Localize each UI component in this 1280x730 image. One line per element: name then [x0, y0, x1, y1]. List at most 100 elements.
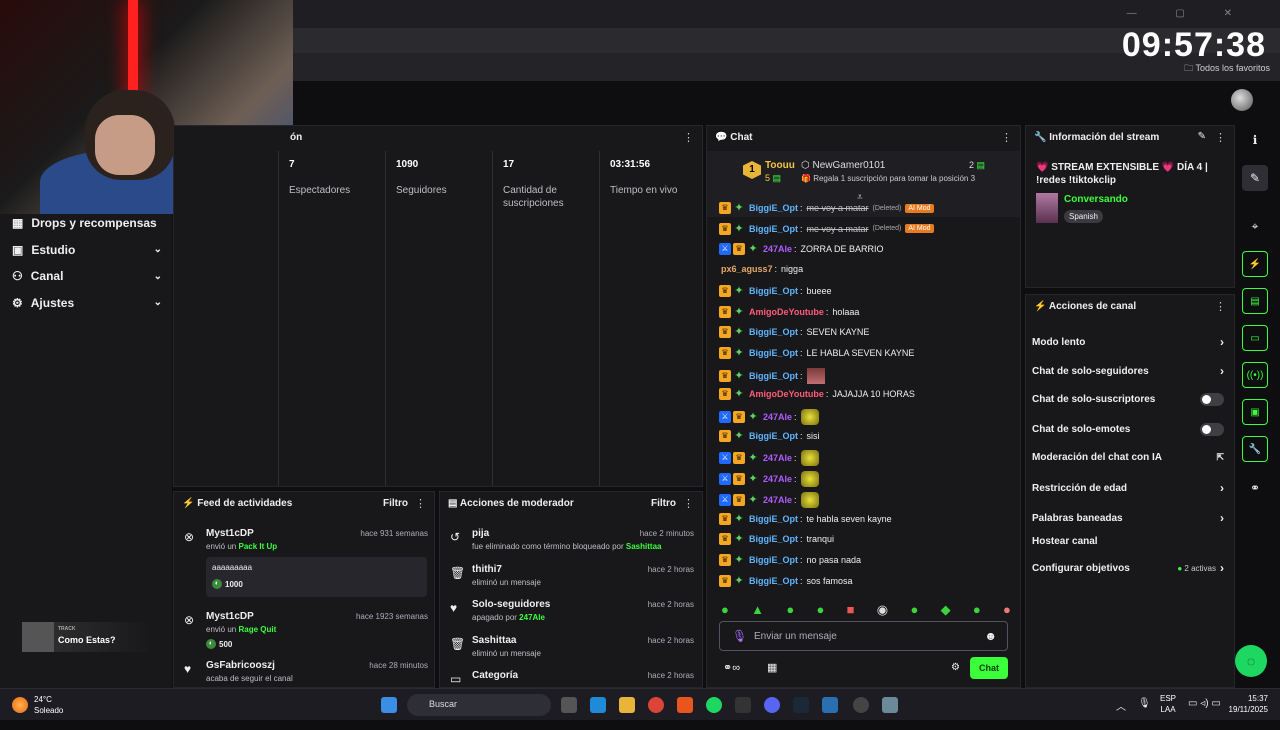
- epic-games-icon[interactable]: [735, 697, 751, 713]
- chat-bubble-icon[interactable]: ▭: [1242, 325, 1268, 351]
- clip-icon[interactable]: ⌖: [1242, 213, 1268, 239]
- toggle-switch[interactable]: [1200, 423, 1224, 436]
- feed-user[interactable]: Myst1cDP: [206, 528, 254, 539]
- obs-icon[interactable]: [853, 697, 869, 713]
- emote-icon[interactable]: ●: [721, 602, 729, 618]
- emote-icon[interactable]: ▲: [751, 602, 764, 618]
- mod-action-item[interactable]: 🗑 thithi7 hace 2 horas eliminó un mensaje: [448, 564, 694, 596]
- channel-action[interactable]: Chat de solo-emotes: [1032, 423, 1224, 436]
- sidebar-item[interactable]: ▦ Drops y recompensas: [12, 216, 162, 230]
- language-indicator[interactable]: ESP LAA: [1160, 693, 1176, 715]
- file-explorer-icon[interactable]: [619, 697, 635, 713]
- network-speaker-battery-icons[interactable]: ▭ ◃) ▭: [1188, 698, 1221, 709]
- emote-picker-icon[interactable]: ☻: [984, 629, 997, 643]
- chat-username[interactable]: BiggiE_Opt: [749, 534, 798, 544]
- flash-icon[interactable]: ⚡: [1242, 251, 1268, 277]
- chat-message[interactable]: px6_aguss7: nigga: [719, 264, 803, 274]
- channel-action[interactable]: Configurar objetivos ● 2 activas ›: [1032, 561, 1224, 575]
- chat-message[interactable]: ♛ ✦ BiggiE_Opt: LE HABLA SEVEN KAYNE: [719, 346, 914, 359]
- windows-start-icon[interactable]: [381, 697, 397, 713]
- chat-message[interactable]: ♛ ✦ BiggiE_Opt: SEVEN KAYNE: [719, 326, 869, 339]
- edge-icon[interactable]: [590, 697, 606, 713]
- chat-username[interactable]: 247Ale: [763, 244, 792, 254]
- system-clock[interactable]: 15:37 19/11/2025: [1229, 693, 1268, 715]
- chat-message[interactable]: ⚔ ♛ ✦ 247Ale:: [719, 491, 819, 508]
- chat-message[interactable]: ⚔ ♛ ✦ 247Ale:: [719, 471, 819, 488]
- channel-action[interactable]: Moderación del chat con IA ⇱: [1032, 452, 1224, 463]
- chat-message[interactable]: ♛ ✦ BiggiE_Opt: me voy a matar (Deleted) AI M…: [719, 202, 934, 214]
- user-avatar[interactable]: [1231, 89, 1253, 111]
- steam-icon[interactable]: [793, 697, 809, 713]
- chat-message[interactable]: ♛ ✦ AmigoDeYoutube: JAJAJJA 10 HORAS: [719, 388, 915, 401]
- chat-message[interactable]: ♛ ✦ BiggiE_Opt: sisi: [719, 429, 820, 442]
- more-options-icon[interactable]: ⋮: [1215, 131, 1226, 144]
- emote-icon[interactable]: ◉: [877, 602, 888, 618]
- chat-username[interactable]: BiggiE_Opt: [749, 431, 798, 441]
- feed-user[interactable]: Myst1cDP: [206, 611, 254, 622]
- more-options-icon[interactable]: ⋮: [415, 497, 426, 510]
- more-options-icon[interactable]: ⋮: [683, 497, 694, 510]
- mod-filter-button[interactable]: Filtro: [651, 498, 676, 509]
- tray-chevron-icon[interactable]: ︿: [1116, 698, 1126, 713]
- discord-icon[interactable]: [764, 697, 780, 713]
- mod-action-item[interactable]: ♥ Solo-seguidores hace 2 horas apagado por …: [448, 599, 694, 631]
- window-controls[interactable]: — ▢ ✕: [1127, 8, 1250, 19]
- chat-username[interactable]: AmigoDeYoutube: [749, 389, 824, 399]
- chat-username[interactable]: 247Ale: [763, 412, 792, 422]
- gift-prompt[interactable]: 🎁 Regala 1 suscripción para tomar la pos…: [801, 174, 975, 183]
- channel-action[interactable]: Hostear canal: [1032, 536, 1224, 547]
- chat-message[interactable]: ♛ ✦ AmigoDeYoutube: holaaa: [719, 305, 859, 318]
- chat-message[interactable]: ♛ ✦ BiggiE_Opt: bueee: [719, 284, 832, 297]
- feed-item[interactable]: ⊗ Myst1cDP hace 931 semanas envió un Pack I…: [182, 528, 428, 598]
- channel-action[interactable]: Palabras baneadas ›: [1032, 511, 1224, 525]
- chat-username[interactable]: BiggiE_Opt: [749, 203, 798, 213]
- mod-action-by[interactable]: Sashittaa: [626, 542, 662, 551]
- chat-message[interactable]: ♛ ✦ BiggiE_Opt: no pasa nada: [719, 553, 861, 566]
- emote-icon[interactable]: ◆: [941, 602, 951, 618]
- task-view-icon[interactable]: [561, 697, 577, 713]
- chat-message[interactable]: ⚔ ♛ ✦ 247Ale:: [719, 450, 819, 467]
- chrome-icon[interactable]: [648, 697, 664, 713]
- info-icon[interactable]: ℹ: [1242, 127, 1268, 153]
- feed-user[interactable]: GsFabricooszj: [206, 660, 275, 671]
- chat-message[interactable]: ♛ ✦ BiggiE_Opt: te habla seven kayne: [719, 512, 892, 525]
- broadcast-icon[interactable]: ((•)): [1242, 362, 1268, 388]
- emote-icon[interactable]: ●: [973, 602, 981, 618]
- emote-icon[interactable]: ●: [786, 602, 794, 618]
- chat-message[interactable]: ⚔ ♛ ✦ 247Ale:: [719, 409, 819, 425]
- mic-tray-icon[interactable]: 🎙: [1138, 698, 1151, 709]
- spotify-icon[interactable]: [706, 697, 722, 713]
- wrench-icon[interactable]: 🔧: [1242, 436, 1268, 462]
- emote-icon[interactable]: ●: [816, 602, 824, 618]
- chat-message[interactable]: ♛ ✦ BiggiE_Opt: me voy a matar (Deleted) AI M…: [719, 222, 934, 235]
- feed-filter-button[interactable]: Filtro: [383, 498, 408, 509]
- chat-message[interactable]: ♛ ✦ BiggiE_Opt: sos famosa: [719, 574, 853, 587]
- channel-action[interactable]: Chat de solo-suscriptores: [1032, 393, 1224, 406]
- chat-username[interactable]: 247Ale: [763, 453, 792, 463]
- taskbar-search[interactable]: Buscar: [407, 694, 551, 716]
- emote-icon[interactable]: ●: [910, 602, 918, 618]
- emote-icon[interactable]: ■: [847, 602, 855, 618]
- chat-username[interactable]: BiggiE_Opt: [749, 576, 798, 586]
- help-icon[interactable]: ◌: [1235, 645, 1267, 677]
- category-link[interactable]: Conversando: [1064, 194, 1128, 205]
- chat-username[interactable]: BiggiE_Opt: [749, 224, 798, 234]
- chat-username[interactable]: 247Ale: [763, 495, 792, 505]
- channel-action[interactable]: Restricción de edad ›: [1032, 481, 1224, 495]
- document-icon[interactable]: ▤: [1242, 288, 1268, 314]
- channel-points-icon[interactable]: ⚭∞: [723, 661, 740, 674]
- chat-message[interactable]: ⚔ ♛ ✦ 247Ale: ZORRA DE BARRIO: [719, 243, 884, 256]
- sidebar-item[interactable]: ▣ Estudio ⌄: [12, 243, 162, 257]
- chat-username[interactable]: px6_aguss7: [721, 264, 773, 274]
- chat-username[interactable]: 247Ale: [763, 474, 792, 484]
- notepad-icon[interactable]: [822, 697, 838, 713]
- chat-username[interactable]: BiggiE_Opt: [749, 286, 798, 296]
- chat-message[interactable]: ♛ ✦ BiggiE_Opt:: [719, 367, 825, 384]
- mod-action-item[interactable]: 🗑 Sashittaa hace 2 horas eliminó un mensaje: [448, 635, 694, 667]
- weather-widget[interactable]: 24°C Soleado: [12, 694, 63, 716]
- chat-input[interactable]: 🎙 Enviar un mensaje ☻: [719, 621, 1008, 651]
- emote-icon[interactable]: ●: [1003, 602, 1011, 618]
- edit-icon[interactable]: ✎: [1242, 165, 1268, 191]
- chat-settings-icon[interactable]: ⚙: [951, 662, 960, 673]
- chat-message[interactable]: ♛ ✦ BiggiE_Opt: tranqui: [719, 533, 834, 546]
